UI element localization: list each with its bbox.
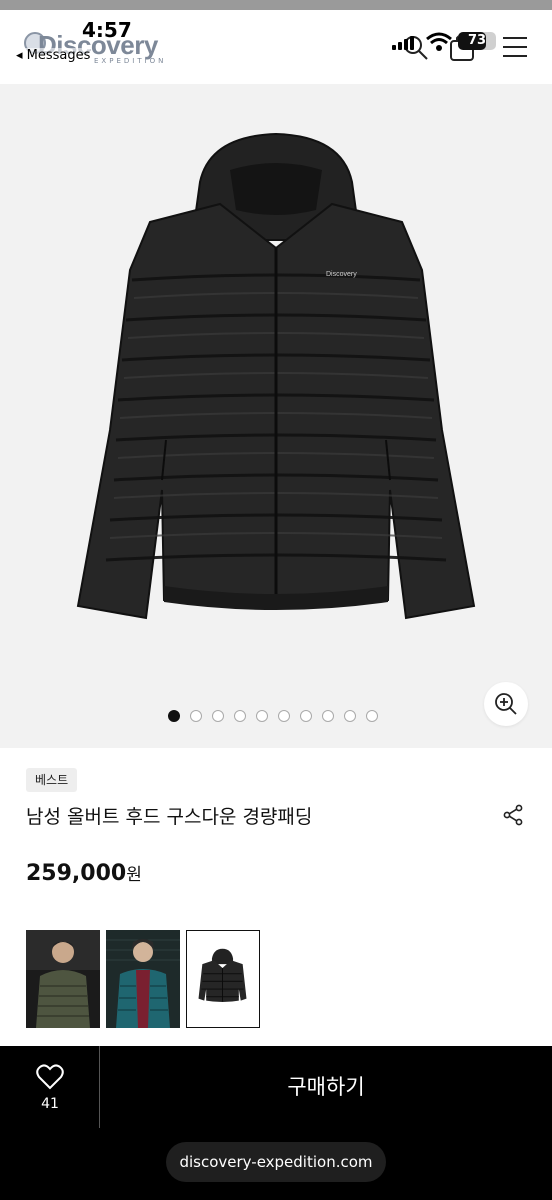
color-option-black[interactable] — [186, 930, 260, 1028]
color-option-khaki[interactable] — [26, 930, 100, 1028]
bottom-action-bar: 41 구매하기 discovery-expedition.com — [0, 1046, 552, 1200]
product-image-carousel[interactable]: Discovery — [0, 84, 552, 748]
best-badge: 베스트 — [26, 768, 78, 792]
carousel-dot[interactable] — [278, 710, 290, 722]
battery-level: 73 — [467, 33, 487, 48]
carousel-dot[interactable] — [190, 710, 202, 722]
price-value: 259,000 — [26, 861, 127, 886]
share-icon — [503, 804, 523, 826]
like-count: 41 — [41, 1096, 59, 1112]
product-title: 남성 올버트 후드 구스다운 경량패딩 — [26, 806, 313, 828]
share-button[interactable] — [502, 804, 524, 826]
carousel-dots — [168, 710, 378, 722]
carousel-dot[interactable] — [322, 710, 334, 722]
carousel-dot[interactable] — [300, 710, 312, 722]
product-price: 259,000원 — [26, 860, 142, 886]
menu-button[interactable] — [502, 36, 528, 58]
jacket-logo-text: Discovery — [326, 271, 357, 278]
status-time: 4:57 — [82, 18, 132, 42]
browser-url-bar[interactable]: discovery-expedition.com — [166, 1142, 386, 1182]
carousel-dot[interactable] — [366, 710, 378, 722]
status-bar-strip — [0, 0, 552, 10]
heart-icon — [36, 1064, 64, 1090]
carousel-dot[interactable] — [234, 710, 246, 722]
product-jacket-image: Discovery — [76, 132, 476, 620]
battery-indicator: 73 — [458, 32, 496, 50]
zoom-in-icon — [495, 693, 517, 715]
cellular-signal-icon — [392, 36, 418, 50]
color-option-teal[interactable] — [106, 930, 180, 1028]
menu-icon — [503, 37, 527, 57]
carousel-dot[interactable] — [212, 710, 224, 722]
carousel-dot[interactable] — [344, 710, 356, 722]
like-button[interactable]: 41 — [0, 1046, 100, 1128]
buy-button[interactable]: 구매하기 — [100, 1046, 552, 1128]
color-options — [26, 930, 260, 1028]
logo-subtext: EXPEDITION — [94, 57, 167, 65]
price-unit: 원 — [126, 865, 142, 885]
zoom-button[interactable] — [484, 682, 528, 726]
carousel-dot[interactable] — [256, 710, 268, 722]
back-to-messages-link[interactable]: ◂ Messages — [16, 48, 91, 63]
app-header: Discovery EXPEDITION 4:57 ◂ Messages 73 — [0, 0, 552, 84]
carousel-dot[interactable] — [168, 710, 180, 722]
